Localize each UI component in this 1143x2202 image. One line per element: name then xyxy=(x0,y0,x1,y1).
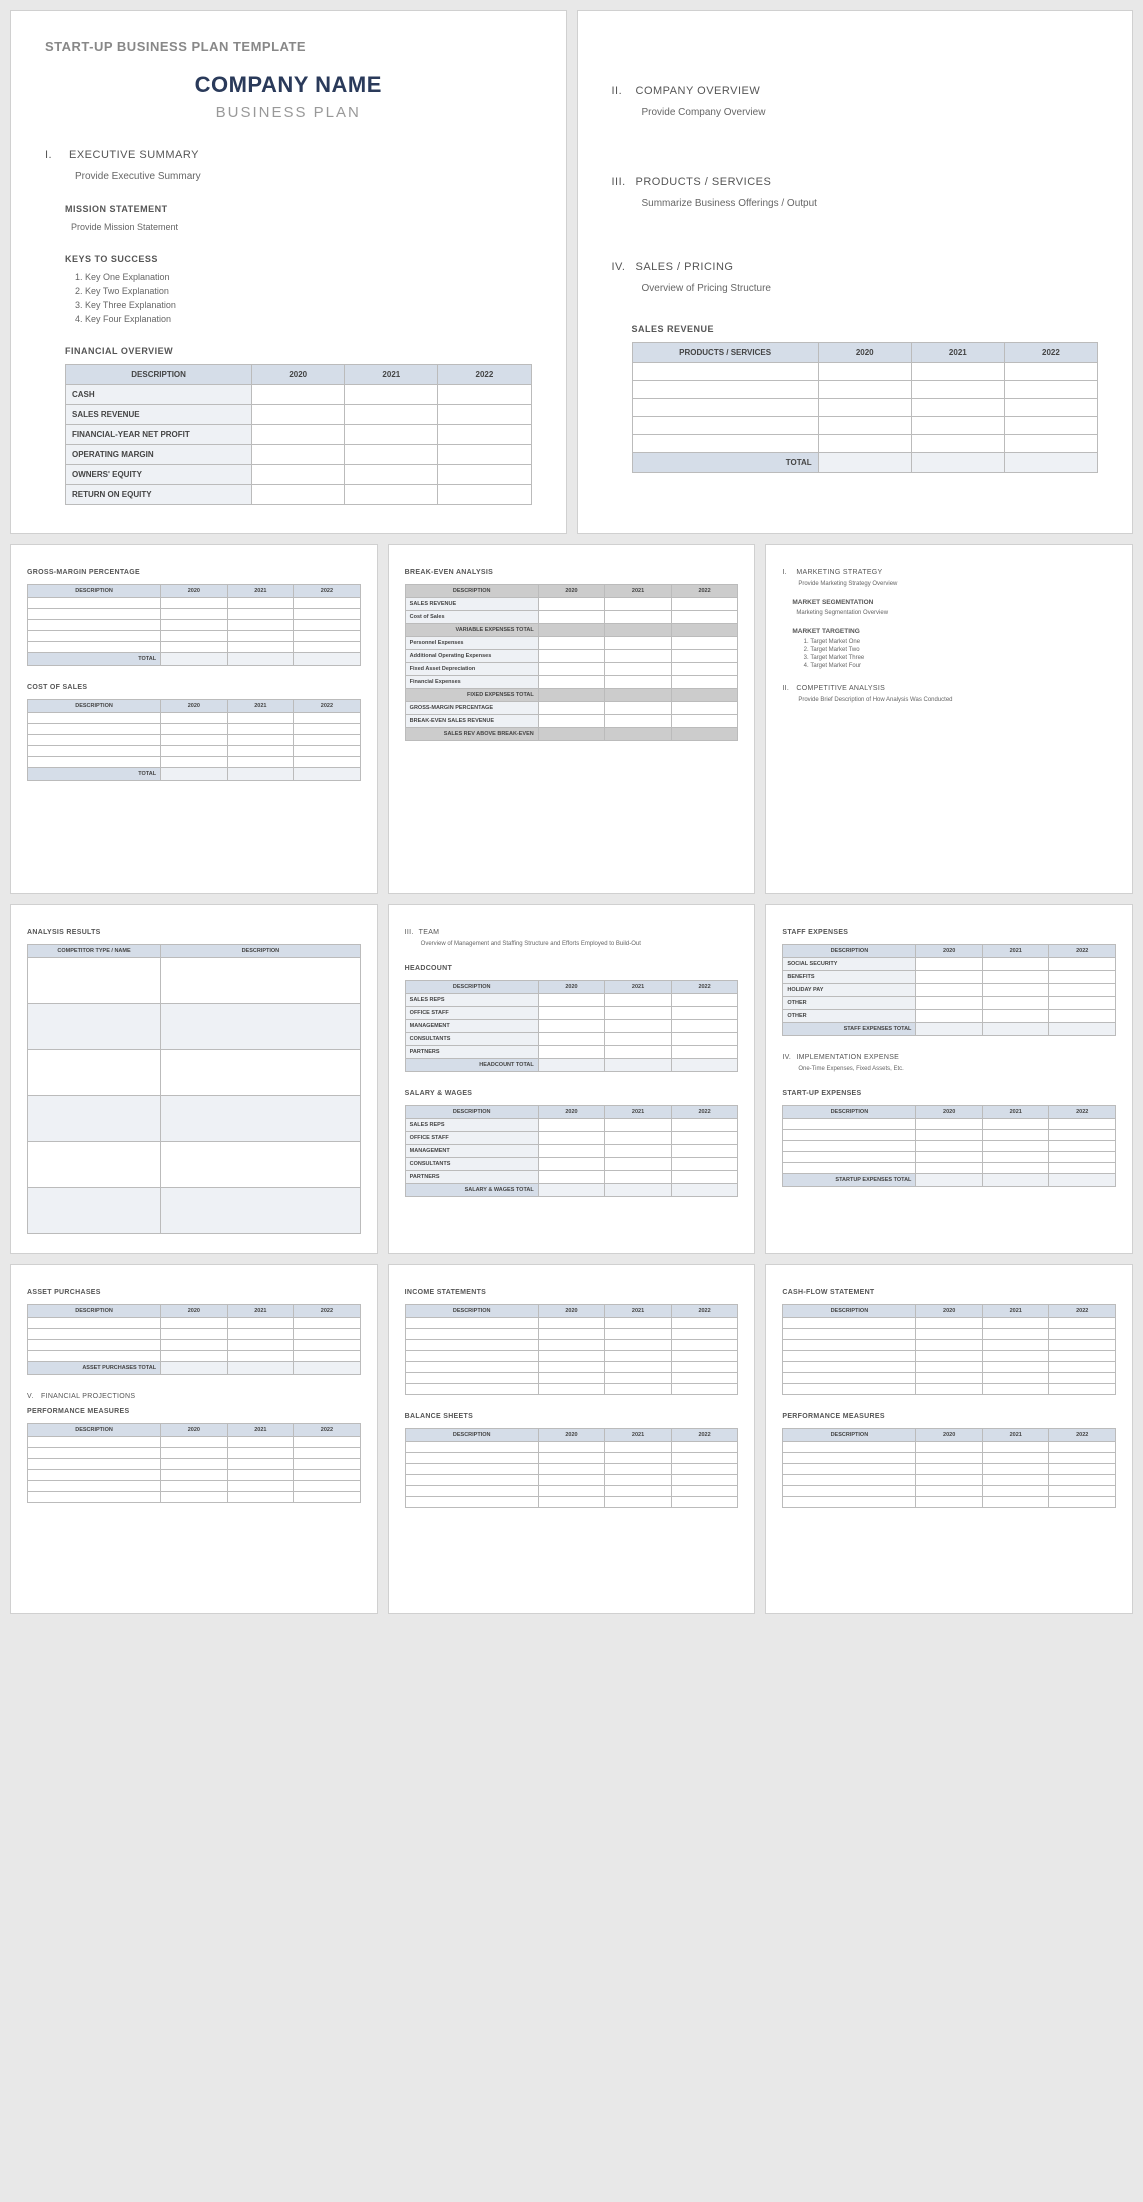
analysis-results-heading: ANALYSIS RESULTS xyxy=(27,929,361,936)
list-item: Key Two Explanation xyxy=(85,286,532,296)
section-financial-projections: V.FINANCIAL PROJECTIONS xyxy=(27,1393,361,1400)
targeting-heading: MARKET TARGETING xyxy=(792,628,1116,635)
analysis-results-table: COMPETITOR TYPE / NAMEDESCRIPTION xyxy=(27,944,361,1234)
salary-wages-heading: SALARY & WAGES xyxy=(405,1090,739,1097)
section-team: III.TEAM xyxy=(405,929,739,936)
list-item: Target Market Three xyxy=(810,655,1116,661)
page-6: ANALYSIS RESULTS COMPETITOR TYPE / NAMED… xyxy=(10,904,378,1254)
list-item: Target Market One xyxy=(810,639,1116,645)
list-item: Target Market Four xyxy=(810,663,1116,669)
marketing-body: Provide Marketing Strategy Overview xyxy=(798,581,1116,587)
mission-heading: MISSION STATEMENT xyxy=(65,204,532,214)
startup-expenses-heading: START-UP EXPENSES xyxy=(782,1090,1116,1097)
section-exec-summary: I.EXECUTIVE SUMMARY xyxy=(45,149,532,161)
salary-wages-table: DESCRIPTION202020212022 SALES REPS OFFIC… xyxy=(405,1105,739,1197)
company-name: COMPANY NAME xyxy=(45,72,532,98)
team-body: Overview of Management and Staffing Stru… xyxy=(421,941,739,947)
products-body: Summarize Business Offerings / Output xyxy=(642,198,1099,209)
list-item: Key Three Explanation xyxy=(85,300,532,310)
asset-purchases-heading: ASSET PURCHASES xyxy=(27,1289,361,1296)
break-even-table: DESCRIPTION202020212022 SALES REVENUE Co… xyxy=(405,584,739,741)
staff-expenses-table: DESCRIPTION202020212022 SOCIAL SECURITY … xyxy=(782,944,1116,1036)
sales-revenue-heading: SALES REVENUE xyxy=(632,324,1099,334)
page-2: II.COMPANY OVERVIEW Provide Company Over… xyxy=(577,10,1134,534)
page-1: START-UP BUSINESS PLAN TEMPLATE COMPANY … xyxy=(10,10,567,534)
section-implementation-expense: IV.IMPLEMENTATION EXPENSE xyxy=(782,1054,1116,1061)
implementation-body: One-Time Expenses, Fixed Assets, Etc. xyxy=(798,1066,1116,1072)
exec-summary-body: Provide Executive Summary xyxy=(75,171,532,182)
template-label: START-UP BUSINESS PLAN TEMPLATE xyxy=(45,39,532,54)
section-products: III.PRODUCTS / SERVICES xyxy=(612,176,1099,188)
gross-margin-table: DESCRIPTION202020212022 TOTAL xyxy=(27,584,361,666)
list-item: Target Market Two xyxy=(810,647,1116,653)
segmentation-heading: MARKET SEGMENTATION xyxy=(792,599,1116,606)
staff-expenses-heading: STAFF EXPENSES xyxy=(782,929,1116,936)
cash-flow-heading: CASH-FLOW STATEMENT xyxy=(782,1289,1116,1296)
mission-body: Provide Mission Statement xyxy=(71,222,532,232)
page-4: BREAK-EVEN ANALYSIS DESCRIPTION202020212… xyxy=(388,544,756,894)
performance-measures-heading: PERFORMANCE MEASURES xyxy=(27,1408,361,1415)
company-overview-body: Provide Company Overview xyxy=(642,107,1099,118)
competitive-body: Provide Brief Description of How Analysi… xyxy=(798,697,1116,703)
headcount-heading: HEADCOUNT xyxy=(405,965,739,972)
keys-list: Key One Explanation Key Two Explanation … xyxy=(71,272,532,324)
page-11: CASH-FLOW STATEMENT DESCRIPTION202020212… xyxy=(765,1264,1133,1614)
section-competitive-analysis: II.COMPETITIVE ANALYSIS xyxy=(782,685,1116,692)
perf-measures-2-table: DESCRIPTION202020212022 xyxy=(782,1428,1116,1508)
page-10: INCOME STATEMENTS DESCRIPTION20202021202… xyxy=(388,1264,756,1614)
page-9: ASSET PURCHASES DESCRIPTION202020212022 … xyxy=(10,1264,378,1614)
financial-overview-table: DESCRIPTION202020212022 CASH SALES REVEN… xyxy=(65,364,532,505)
segmentation-body: Marketing Segmentation Overview xyxy=(796,610,1116,616)
headcount-table: DESCRIPTION202020212022 SALES REPS OFFIC… xyxy=(405,980,739,1072)
balance-sheets-table: DESCRIPTION202020212022 xyxy=(405,1428,739,1508)
financial-overview-heading: FINANCIAL OVERVIEW xyxy=(65,346,532,356)
income-statements-heading: INCOME STATEMENTS xyxy=(405,1289,739,1296)
page-8: STAFF EXPENSES DESCRIPTION202020212022 S… xyxy=(765,904,1133,1254)
break-even-heading: BREAK-EVEN ANALYSIS xyxy=(405,569,739,576)
startup-expenses-table: DESCRIPTION202020212022 STARTUP EXPENSES… xyxy=(782,1105,1116,1187)
perf-measures-2-heading: PERFORMANCE MEASURES xyxy=(782,1413,1116,1420)
keys-heading: KEYS TO SUCCESS xyxy=(65,254,532,264)
page-3: GROSS-MARGIN PERCENTAGE DESCRIPTION20202… xyxy=(10,544,378,894)
page-5: I.MARKETING STRATEGY Provide Marketing S… xyxy=(765,544,1133,894)
section-company-overview: II.COMPANY OVERVIEW xyxy=(612,85,1099,97)
targeting-list: Target Market One Target Market Two Targ… xyxy=(800,639,1116,669)
cash-flow-table: DESCRIPTION202020212022 xyxy=(782,1304,1116,1395)
balance-sheets-heading: BALANCE SHEETS xyxy=(405,1413,739,1420)
performance-measures-table: DESCRIPTION202020212022 xyxy=(27,1423,361,1503)
section-marketing-strategy: I.MARKETING STRATEGY xyxy=(782,569,1116,576)
page-7: III.TEAM Overview of Management and Staf… xyxy=(388,904,756,1254)
sales-pricing-body: Overview of Pricing Structure xyxy=(642,283,1099,294)
asset-purchases-table: DESCRIPTION202020212022 ASSET PURCHASES … xyxy=(27,1304,361,1375)
income-statements-table: DESCRIPTION202020212022 xyxy=(405,1304,739,1395)
list-item: Key Four Explanation xyxy=(85,314,532,324)
cost-of-sales-table: DESCRIPTION202020212022 TOTAL xyxy=(27,699,361,781)
gross-margin-heading: GROSS-MARGIN PERCENTAGE xyxy=(27,569,361,576)
section-sales-pricing: IV.SALES / PRICING xyxy=(612,261,1099,273)
subtitle: BUSINESS PLAN xyxy=(45,104,532,121)
sales-revenue-table: PRODUCTS / SERVICES202020212022 TOTAL xyxy=(632,342,1099,473)
cost-of-sales-heading: COST OF SALES xyxy=(27,684,361,691)
list-item: Key One Explanation xyxy=(85,272,532,282)
